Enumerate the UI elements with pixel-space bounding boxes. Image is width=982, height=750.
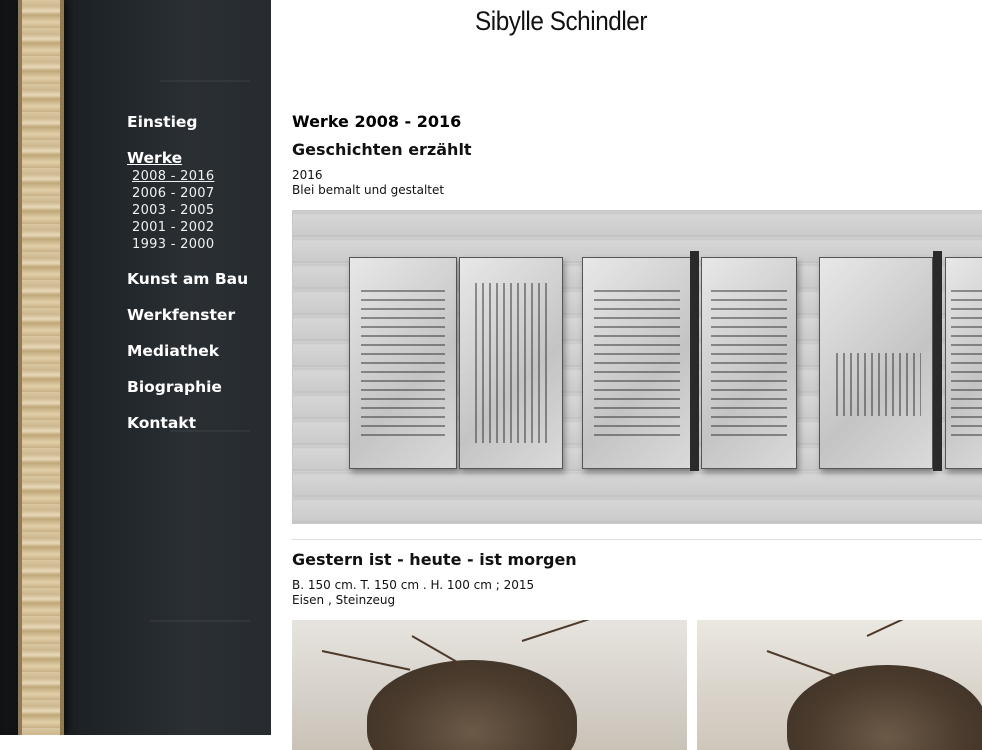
subnav-item-2001-2002[interactable]: 2001 - 2002 [132,219,267,236]
work-title: Geschichten erzählt [292,140,472,159]
subnav-item-2008-2016[interactable]: 2008 - 2016 [132,168,267,185]
subnav-item-1993-2000[interactable]: 1993 - 2000 [132,236,267,253]
strip-edge [18,0,22,735]
artwork-panel [459,257,563,469]
artwork-panel [349,257,457,469]
subnav-item-2006-2007[interactable]: 2006 - 2007 [132,185,267,202]
nav-item-kunst-am-bau[interactable]: Kunst am Bau [127,269,267,289]
section-title: Werke 2008 - 2016 [292,112,462,131]
subnav-werke: 2008 - 2016 2006 - 2007 2003 - 2005 2001… [132,168,267,253]
artwork-bar [933,251,942,471]
texture-streak [150,620,250,622]
sculpture-strip-image [18,0,64,735]
artwork-panel [819,257,933,469]
nav-item-einstieg[interactable]: Einstieg [127,112,267,132]
artwork-image-geschichten[interactable] [292,210,982,524]
work-title: Gestern ist - heute - ist morgen [292,550,577,569]
divider [292,539,982,540]
nest-shape [787,665,982,750]
texture-streak [160,80,250,82]
artwork-panel [582,257,692,469]
nav-item-werke[interactable]: Werke [127,148,267,168]
nav-item-kontakt[interactable]: Kontakt [127,413,267,433]
nest-shape [367,660,577,750]
work-dimensions: B. 150 cm. T. 150 cm . H. 100 cm ; 2015 [292,578,535,592]
artwork-image-gestern-2[interactable] [697,620,982,750]
nav-item-mediathek[interactable]: Mediathek [127,341,267,361]
artwork-panel [701,257,797,469]
artwork-bar [690,251,699,471]
sidebar: Einstieg Werke 2008 - 2016 2006 - 2007 2… [0,0,271,735]
work-material: Eisen , Steinzeug [292,593,396,607]
work-year: 2016 [292,168,323,182]
subnav-item-2003-2005[interactable]: 2003 - 2005 [132,202,267,219]
main-nav: Einstieg Werke 2008 - 2016 2006 - 2007 2… [127,112,267,433]
image-row [292,620,982,750]
nav-item-biographie[interactable]: Biographie [127,377,267,397]
main-content: Werke 2008 - 2016 Geschichten erzählt 20… [292,112,982,750]
nav-item-werkfenster[interactable]: Werkfenster [127,305,267,325]
site-title[interactable]: Sibylle Schindler [300,6,822,37]
artwork-panel [945,257,982,469]
work-material: Blei bemalt und gestaltet [292,183,445,197]
strip-edge [60,0,64,735]
artwork-image-gestern-1[interactable] [292,620,687,750]
